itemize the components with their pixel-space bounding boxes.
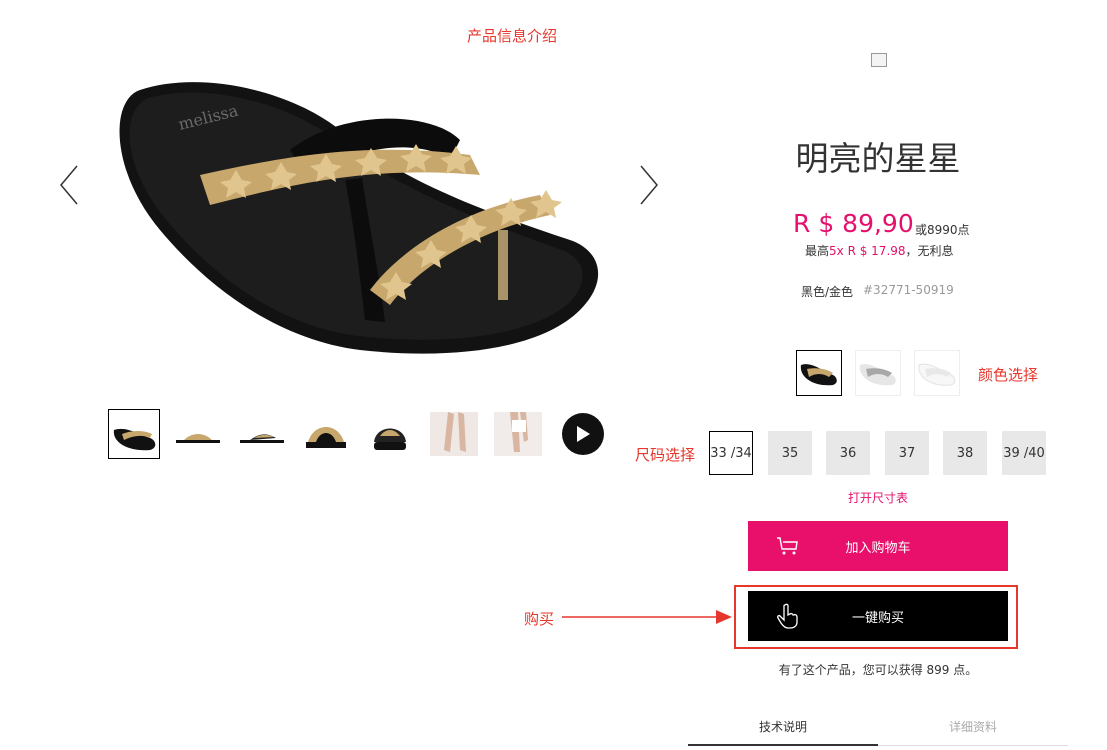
thumbnail-4[interactable] [300, 409, 352, 459]
tab-technical-specs[interactable]: 技术说明 [688, 718, 878, 746]
color-swatch-silver[interactable] [855, 350, 901, 396]
main-product-image: melissa [100, 60, 620, 380]
thumbnail-6[interactable] [428, 409, 480, 459]
size-option-33-34[interactable]: 33 /34 [709, 431, 753, 475]
sandal-thumbnail-icon [374, 428, 406, 450]
chevron-right-icon [640, 165, 658, 205]
add-to-cart-button[interactable]: 加入购物车 [748, 521, 1008, 571]
thumbnail-2[interactable] [172, 409, 224, 459]
play-icon [577, 426, 590, 442]
reward-points-text: 有了这个产品，您可以获得 899 点。 [778, 663, 978, 677]
chevron-left-icon [60, 165, 78, 205]
next-image-button[interactable] [633, 160, 663, 210]
installment-prefix: 最高 [805, 244, 830, 258]
installment-amount: 5x R $ 17.98 [829, 244, 906, 258]
size-option-39-40[interactable]: 39 /40 [1002, 431, 1046, 475]
annotation-product-info: 产品信息介绍 [467, 27, 558, 45]
size-chart-link[interactable]: 打开尺寸表 [848, 489, 908, 506]
tab-active-indicator [688, 744, 878, 746]
video-play-button[interactable] [562, 413, 604, 455]
installment-suffix: ，无利息 [905, 244, 954, 258]
annotation-color-select: 颜色选择 [978, 366, 1039, 384]
sandal-thumbnail-icon [306, 427, 346, 448]
prev-image-button[interactable] [55, 160, 85, 210]
size-option-36[interactable]: 36 [826, 431, 870, 475]
annotation-buy: 购买 [524, 610, 555, 628]
broken-image-icon [871, 53, 887, 67]
model-thumbnail-icon [494, 412, 542, 456]
sandal-thumbnail-icon [176, 434, 220, 443]
thumbnail-7[interactable] [492, 409, 544, 459]
annotation-arrow-icon [562, 610, 732, 624]
color-swatch-white[interactable] [914, 350, 960, 396]
annotation-size-select: 尺码选择 [635, 446, 696, 464]
tab-details[interactable]: 详细资料 [878, 718, 1068, 746]
sandal-black-icon [800, 364, 837, 386]
product-sku: #32771-50919 [863, 283, 954, 297]
product-price: R $ 89,90 [793, 209, 914, 238]
thumbnail-3[interactable] [236, 409, 288, 459]
color-name: 黑色/金色 [801, 285, 854, 299]
size-option-35[interactable]: 35 [768, 431, 812, 475]
buy-now-button[interactable]: 一键购买 [748, 591, 1008, 641]
add-to-cart-label: 加入购物车 [845, 540, 911, 556]
thumbnail-1[interactable] [108, 409, 160, 459]
size-option-37[interactable]: 37 [885, 431, 929, 475]
tab-divider [878, 745, 1068, 746]
installment-info: 最高5x R $ 17.98，无利息 [805, 242, 954, 259]
points-alternative: 或8990点 [915, 223, 970, 237]
sandal-thumbnail-icon [240, 434, 284, 443]
model-thumbnail-icon [430, 412, 478, 456]
product-title: 明亮的星星 [795, 139, 961, 178]
thumbnail-5[interactable] [364, 409, 416, 459]
sandal-thumbnail-icon [113, 428, 156, 451]
sandal-silver-icon [859, 364, 896, 386]
color-swatch-black-gold[interactable] [796, 350, 842, 396]
size-option-38[interactable]: 38 [943, 431, 987, 475]
buy-now-label: 一键购买 [851, 610, 904, 626]
sandal-white-icon [918, 363, 956, 386]
